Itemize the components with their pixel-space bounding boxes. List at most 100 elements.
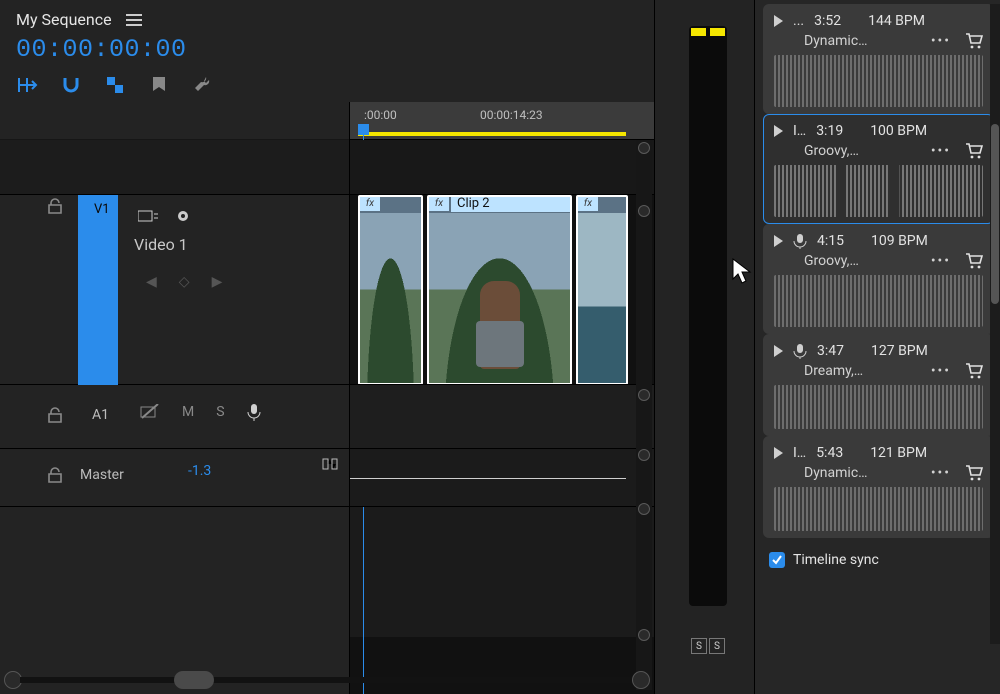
video-clip[interactable]: fx [576, 195, 628, 385]
library-track-card[interactable]: I…5:43121 BPMDynamic…••• [763, 436, 994, 538]
master-track-lane[interactable] [350, 449, 654, 507]
waveform-preview[interactable] [774, 275, 983, 327]
scroll-handle-icon[interactable] [632, 671, 650, 689]
play-icon[interactable] [774, 125, 783, 137]
more-options-icon[interactable]: ••• [931, 253, 951, 269]
timeline-sync-checkbox[interactable] [769, 552, 785, 568]
more-options-icon[interactable]: ••• [931, 33, 951, 49]
track-tags: Dynamic… [804, 33, 917, 49]
sequence-name[interactable]: My Sequence [16, 10, 112, 29]
track-tags: Groovy,… [804, 143, 917, 159]
timeline-panel: My Sequence 00:00:00:00 [0, 0, 655, 694]
scroll-handle-icon[interactable] [638, 449, 650, 461]
track-bpm: 100 BPM [870, 123, 948, 139]
audio-track-lane[interactable] [350, 385, 654, 449]
vocal-mic-icon [793, 343, 807, 359]
audio-track-header[interactable]: A1 M S [0, 385, 349, 449]
video-clip[interactable]: fx Clip 2 [427, 195, 572, 385]
timeline-sync-label: Timeline sync [793, 552, 879, 568]
more-options-icon[interactable]: ••• [931, 143, 951, 159]
library-track-card[interactable]: 3:47127 BPMDreamy,…••• [763, 334, 994, 436]
video-track-lane[interactable]: fx fx Clip 2 fx [350, 195, 654, 385]
track-headers: V1 Video 1 ◀ ◇ ▶ [0, 102, 350, 694]
library-scrollbar[interactable] [990, 4, 1000, 644]
scroll-handle-icon[interactable] [638, 629, 650, 641]
scroll-thumb[interactable] [991, 124, 999, 304]
library-track-card[interactable]: I…3:19100 BPMGroovy,…••• [763, 114, 994, 224]
solo-indicator[interactable]: S [709, 638, 725, 654]
voiceover-mic-icon[interactable] [247, 403, 261, 421]
waveform-preview[interactable] [774, 487, 983, 531]
scroll-handle-icon[interactable] [638, 205, 650, 217]
solo-indicator[interactable]: S [691, 638, 707, 654]
ruler-tick: 00:00:14:23 [480, 108, 543, 122]
cart-icon[interactable] [965, 363, 983, 379]
fx-badge-icon[interactable]: fx [578, 197, 598, 211]
toggle-sync-lock-icon[interactable] [138, 209, 158, 223]
scroll-thumb[interactable] [174, 671, 214, 689]
snap-icon[interactable] [60, 74, 82, 96]
cart-icon[interactable] [965, 253, 983, 269]
track-duration: 3:52 [814, 13, 858, 29]
next-keyframe-icon[interactable]: ▶ [212, 274, 223, 290]
meter-track[interactable] [689, 26, 727, 606]
master-volume-value[interactable]: -1.3 [188, 463, 211, 479]
lock-icon[interactable] [48, 407, 62, 423]
play-icon[interactable] [774, 235, 783, 247]
track-title-prefix: I… [793, 123, 806, 139]
expand-track-icon[interactable] [321, 457, 339, 471]
track-duration: 4:15 [817, 233, 861, 249]
scroll-handle-icon[interactable] [638, 142, 650, 154]
insert-overwrite-icon[interactable] [16, 74, 38, 96]
settings-wrench-icon[interactable] [192, 74, 214, 96]
horizontal-scrollbar[interactable] [4, 670, 650, 690]
audio-meter: S S [655, 0, 755, 694]
track-duration: 5:43 [816, 445, 860, 461]
waveform-preview[interactable] [774, 385, 983, 429]
video-clip[interactable]: fx [358, 195, 423, 385]
v1-source-patch[interactable] [78, 195, 118, 385]
toggle-track-output-icon[interactable] [176, 209, 198, 223]
playhead-timecode[interactable]: 00:00:00:00 [16, 35, 638, 64]
add-keyframe-icon[interactable]: ◇ [179, 274, 190, 290]
track-title-prefix: ... [793, 13, 804, 29]
library-track-card[interactable]: ...3:52144 BPMDynamic…••• [763, 4, 994, 114]
master-track-header[interactable]: Master -1.3 [0, 449, 349, 507]
lock-icon[interactable] [48, 198, 62, 214]
play-icon[interactable] [774, 447, 783, 459]
fx-badge-icon[interactable]: fx [360, 197, 380, 211]
track-tags: Groovy,… [804, 253, 917, 269]
play-icon[interactable] [774, 345, 783, 357]
prev-keyframe-icon[interactable]: ◀ [146, 274, 157, 290]
library-track-card[interactable]: 4:15109 BPMGroovy,…••• [763, 224, 994, 334]
play-icon[interactable] [774, 15, 783, 27]
timeline-tracks[interactable]: :00:00 00:00:14:23 fx fx Clip 2 [350, 102, 654, 694]
mute-fx-icon[interactable] [140, 404, 160, 420]
cart-icon[interactable] [965, 465, 983, 481]
video-track-name[interactable]: Video 1 [134, 235, 349, 254]
ruler-tick: :00:00 [364, 108, 397, 122]
sequence-menu-icon[interactable] [126, 14, 142, 26]
track-duration: 3:47 [817, 343, 861, 359]
more-options-icon[interactable]: ••• [931, 465, 951, 481]
cart-icon[interactable] [965, 33, 983, 49]
marker-icon[interactable] [148, 74, 170, 96]
video-track-header[interactable]: V1 Video 1 ◀ ◇ ▶ [0, 195, 349, 385]
vertical-scrollbar[interactable] [636, 140, 652, 690]
v1-short-label: V1 [94, 202, 110, 217]
scroll-handle-icon[interactable] [638, 389, 650, 401]
fx-badge-icon[interactable]: fx [429, 197, 449, 211]
more-options-icon[interactable]: ••• [931, 363, 951, 379]
waveform-preview[interactable] [774, 55, 983, 107]
track-bpm: 127 BPM [871, 343, 949, 359]
playhead-icon[interactable] [358, 124, 369, 135]
vocal-mic-icon [793, 233, 807, 249]
waveform-preview[interactable] [774, 165, 983, 217]
linked-selection-icon[interactable] [104, 74, 126, 96]
cart-icon[interactable] [965, 143, 983, 159]
time-ruler[interactable]: :00:00 00:00:14:23 [350, 102, 654, 140]
scroll-handle-icon[interactable] [638, 503, 650, 515]
mute-button[interactable]: M [182, 404, 194, 420]
lock-icon[interactable] [48, 467, 62, 483]
solo-button[interactable]: S [216, 404, 224, 420]
